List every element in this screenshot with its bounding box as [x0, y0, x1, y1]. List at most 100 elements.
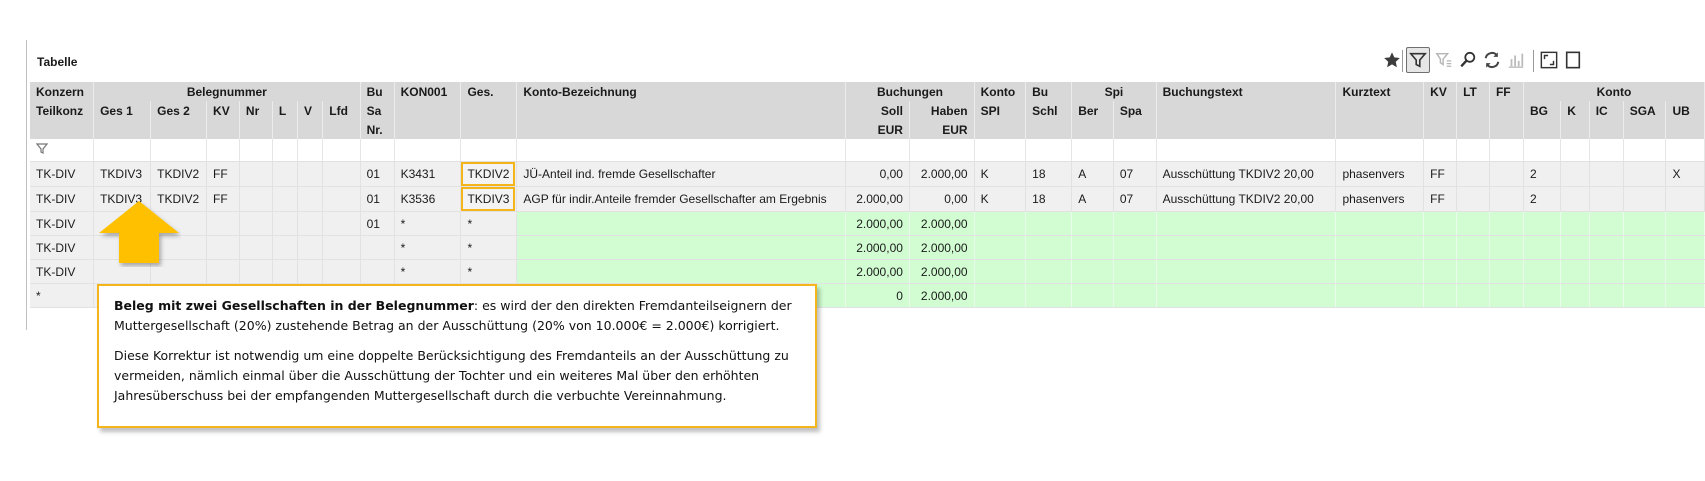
col-header-soll[interactable]: Soll	[845, 101, 910, 120]
cell-kurztext[interactable]: phasenvers	[1335, 186, 1425, 212]
cell-busa[interactable]	[360, 259, 395, 284]
cell-spi[interactable]: K	[974, 186, 1027, 212]
cell-soll[interactable]: 2.000,00	[845, 186, 910, 212]
cell-bg[interactable]: 2	[1523, 186, 1562, 212]
cell-teilkonz[interactable]: TK-DIV	[30, 259, 95, 284]
col-header-konto[interactable]: Konto	[1523, 82, 1705, 101]
col-header-konto-spi[interactable]: Konto	[974, 82, 1027, 101]
cell-schl[interactable]: 18	[1025, 186, 1073, 212]
cell-v[interactable]	[297, 161, 324, 187]
col-header-ges[interactable]: Ges.	[460, 82, 518, 101]
cell-kurztext[interactable]: phasenvers	[1335, 161, 1425, 187]
table-row[interactable]: TK-DIV TKDIV3 TKDIV2 FF 01 K3536 TKDIV3 …	[30, 186, 1705, 212]
cell-haben[interactable]: 2.000,00	[909, 259, 975, 284]
cell-busa[interactable]: 01	[360, 161, 395, 187]
cell-teilkonz[interactable]: TK-DIV	[30, 161, 95, 187]
cell-soll[interactable]: 0	[845, 283, 910, 308]
col-header-konto-bezeichnung[interactable]: Konto-Bezeichnung	[516, 82, 847, 101]
col-header-schl[interactable]: Schl	[1025, 101, 1073, 120]
cell-soll[interactable]: 2.000,00	[845, 211, 910, 236]
search-icon[interactable]	[1456, 47, 1480, 73]
col-header-lfd[interactable]: Lfd	[322, 101, 361, 120]
cell-lt[interactable]	[1456, 186, 1490, 212]
cell-haben[interactable]: 2.000,00	[909, 283, 975, 308]
cell-l[interactable]	[272, 161, 299, 187]
cell-kon001[interactable]: *	[394, 235, 462, 260]
cell-haben[interactable]: 0,00	[909, 186, 975, 212]
col-header-spi-sub[interactable]: SPI	[974, 101, 1027, 120]
col-header-ff[interactable]: FF	[1489, 82, 1524, 101]
cell-sga[interactable]	[1623, 161, 1667, 187]
col-header-konzern[interactable]: Konzern	[30, 82, 95, 101]
filter-clear-icon[interactable]	[1432, 47, 1456, 73]
cell-ges[interactable]: *	[460, 259, 518, 284]
cell-kv2[interactable]: FF	[1423, 161, 1458, 187]
col-header-kon001[interactable]: KON001	[394, 82, 462, 101]
table-row-summary[interactable]: TK-DIV * * 2.000,00 2.000,00	[30, 235, 1705, 260]
col-header-lt[interactable]: LT	[1456, 82, 1490, 101]
cell-teilkonz[interactable]: TK-DIV	[30, 235, 95, 260]
panel-icon[interactable]	[1561, 47, 1585, 73]
col-header-kv[interactable]: KV	[206, 101, 240, 120]
cell-ges[interactable]: *	[460, 235, 518, 260]
col-header-buchungen[interactable]: Buchungen	[845, 82, 975, 101]
col-header-bu-schl[interactable]: Bu	[1025, 82, 1073, 101]
filter-cell[interactable]	[30, 139, 95, 162]
cell-haben[interactable]: 2.000,00	[909, 161, 975, 187]
cell-spa[interactable]: 07	[1113, 186, 1157, 212]
cell-busa[interactable]: 01	[360, 186, 395, 212]
col-header-buchungstext[interactable]: Buchungstext	[1156, 82, 1337, 101]
col-header-ges1[interactable]: Ges 1	[93, 101, 152, 120]
col-header-sa[interactable]: Sa	[360, 101, 395, 120]
col-header-spi[interactable]: Spi	[1071, 82, 1157, 101]
cell-teilkonz[interactable]: TK-DIV	[30, 186, 95, 212]
cell-ges[interactable]: TKDIV2	[460, 161, 518, 187]
cell-ff[interactable]	[1489, 186, 1524, 212]
cell-k[interactable]	[1560, 186, 1590, 212]
cell-busa[interactable]: 01	[360, 211, 395, 236]
cell-ff[interactable]	[1489, 161, 1524, 187]
col-header-ic[interactable]: IC	[1589, 101, 1624, 120]
table-row[interactable]: TK-DIV TKDIV3 TKDIV2 FF 01 K3431 TKDIV2 …	[30, 161, 1705, 187]
cell-haben[interactable]: 2.000,00	[909, 211, 975, 236]
cell-kv2[interactable]: FF	[1423, 186, 1458, 212]
col-header-nr[interactable]: Nr	[239, 101, 273, 120]
chart-icon[interactable]	[1504, 47, 1528, 73]
col-header-ub[interactable]: UB	[1665, 101, 1705, 120]
cell-schl[interactable]: 18	[1025, 161, 1073, 187]
filter-icon[interactable]	[1406, 47, 1430, 73]
cell-ges1[interactable]: TKDIV3	[93, 161, 152, 187]
cell-ber[interactable]: A	[1071, 161, 1114, 187]
cell-soll[interactable]: 0,00	[845, 161, 910, 187]
col-header-teilkonz[interactable]: Teilkonz	[30, 101, 95, 120]
cell-buchungstext[interactable]: Ausschüttung TKDIV2 20,00	[1156, 161, 1337, 187]
cell-ges[interactable]: *	[460, 211, 518, 236]
cell-soll[interactable]: 2.000,00	[845, 259, 910, 284]
col-header-ber[interactable]: Ber	[1071, 101, 1114, 120]
favorite-star-icon[interactable]	[1380, 47, 1404, 73]
cell-spi[interactable]: K	[974, 161, 1027, 187]
cell-kon001[interactable]: *	[394, 259, 462, 284]
cell-ub[interactable]: X	[1665, 161, 1705, 187]
cell-kon001[interactable]: K3536	[394, 186, 462, 212]
cell-ub[interactable]	[1665, 186, 1705, 212]
cell-busa[interactable]	[360, 235, 395, 260]
col-header-sga[interactable]: SGA	[1623, 101, 1667, 120]
col-header-haben[interactable]: Haben	[909, 101, 975, 120]
cell-kon001[interactable]: K3431	[394, 161, 462, 187]
col-header-ges2[interactable]: Ges 2	[150, 101, 208, 120]
col-header-bg[interactable]: BG	[1523, 101, 1562, 120]
table-row-summary[interactable]: TK-DIV 01 * * 2.000,00 2.000,00	[30, 211, 1705, 236]
col-header-kurztext[interactable]: Kurztext	[1335, 82, 1425, 101]
cell-nr[interactable]	[239, 186, 273, 212]
cell-bezeichnung[interactable]: AGP für indir.Anteile fremder Gesellscha…	[516, 186, 847, 212]
cell-haben[interactable]: 2.000,00	[909, 235, 975, 260]
cell-v[interactable]	[297, 186, 324, 212]
cell-k[interactable]	[1560, 161, 1590, 187]
cell-bg[interactable]: 2	[1523, 161, 1562, 187]
cell-kon001[interactable]: *	[394, 211, 462, 236]
cell-sga[interactable]	[1623, 186, 1667, 212]
col-header-belegnummer[interactable]: Belegnummer	[93, 82, 361, 101]
cell-nr[interactable]	[239, 161, 273, 187]
col-header-spa[interactable]: Spa	[1113, 101, 1157, 120]
